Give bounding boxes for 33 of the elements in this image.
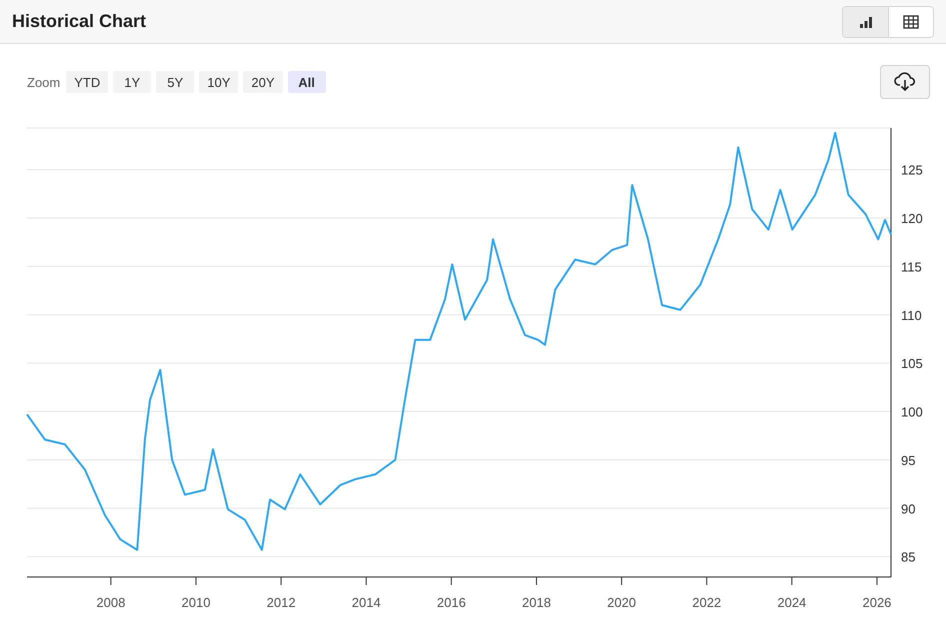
table-icon [903,14,919,28]
x-axis-label: 2026 [862,595,892,610]
y-axis-label: 85 [901,550,916,565]
x-axis-label: 2014 [352,595,381,610]
x-axis-label: 2010 [182,595,210,610]
y-axis-label: 95 [901,452,916,468]
bar-chart-icon [858,16,872,28]
cloud-download-icon [894,72,916,92]
x-axis-label: 2016 [436,595,466,610]
zoom-range-button[interactable]: 10Y [199,71,238,93]
y-axis-label: 110 [901,308,922,323]
zoom-range-button[interactable]: 5Y [156,71,194,93]
y-axis-label: 115 [901,259,922,274]
x-axis-label: 2012 [266,595,296,610]
x-axis-label: 2018 [522,595,551,610]
table-view-button[interactable] [888,6,933,36]
zoom-range-button[interactable]: All [288,71,326,93]
page-title: Historical Chart [12,11,146,32]
chart-view-button[interactable] [843,6,888,36]
x-axis-label: 2024 [777,595,806,610]
zoom-range-button[interactable]: 1Y [113,71,152,93]
download-button[interactable] [880,65,930,99]
y-axis-label: 120 [901,211,923,226]
x-axis-label: 2020 [607,595,636,610]
x-axis-label: 2008 [96,595,126,610]
y-axis-label: 90 [901,501,916,516]
y-axis-label: 125 [901,162,923,178]
y-axis-label: 105 [901,356,923,372]
zoom-range-button[interactable]: YTD [66,71,108,93]
y-axis-label: 100 [901,404,923,420]
x-axis-label: 2022 [692,595,722,610]
zoom-label: Zoom [27,74,60,90]
zoom-range-button[interactable]: 20Y [243,71,283,93]
